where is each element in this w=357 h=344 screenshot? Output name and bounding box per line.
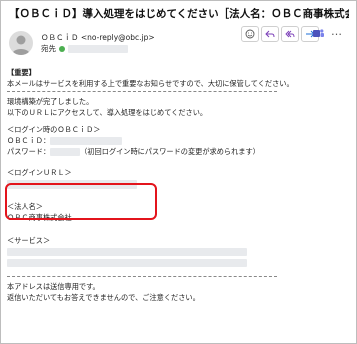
teams-button[interactable] [312,26,324,40]
footer-divider [7,276,277,277]
service-redacted-1 [7,248,247,256]
password-note: （初回ログイン時にパスワードの変更が求められます） [80,147,260,156]
sender-address[interactable]: ＯＢＣｉＤ <no-reply@obc.jp> [41,32,155,43]
emoji-button[interactable] [241,26,259,42]
instruction-text: 以下のＵＲＬにアクセスして、導入処理をはじめてください。 [7,108,208,117]
teams-icon [312,28,324,37]
reply-icon [265,30,275,38]
to-label: 宛先 [41,44,56,53]
heading: 【重要】 [7,68,36,77]
obcid-redacted [50,137,123,145]
email-window: 【ＯＢＣｉＤ】導入処理をはじめてください［法人名：ＯＢＣ商事株式会社］ ＯＢＣｉ… [0,0,357,344]
login-info-label: ＜ログイン時のＯＢＣｉＤ＞ [7,125,101,134]
reply-all-icon [285,30,295,38]
divider [7,91,277,92]
emoji-icon [245,29,255,39]
recipient-line: 宛先 [41,43,128,54]
password-redacted [50,148,81,156]
login-url-label: ＜ログインＵＲＬ＞ [7,168,72,177]
obcid-row: ＯＢＣｉＤ： [7,135,352,146]
presence-dot [59,46,65,52]
login-url-highlight [5,183,157,220]
reply-button[interactable] [261,26,279,42]
recipient-redacted[interactable] [68,45,128,53]
footer-line-1: 本アドレスは送信専用です。 [7,282,100,291]
footer-line-2: 返信いただいてもお答えできませんので、ご注意ください。 [7,293,200,302]
sender-avatar[interactable] [9,31,33,55]
service-row-1 [7,246,352,257]
password-label: パスワード： [7,147,51,156]
person-icon [12,35,30,55]
intro-text: 本メールはサービスを利用する上で重要なお知らせですので、大切に保管してください。 [7,79,294,88]
service-redacted-2 [7,259,247,267]
reply-all-button[interactable] [281,26,299,42]
password-row: パスワード： （初回ログイン時にパスワードの変更が求められます） [7,146,352,157]
message-toolbar [241,26,319,42]
email-subject: 【ＯＢＣｉＤ】導入処理をはじめてください［法人名：ＯＢＣ商事株式会社］ [9,8,349,20]
service-label: ＜サービス＞ [7,236,51,245]
env-done-text: 環境構築が完了しました。 [7,97,94,106]
obcid-label: ＯＢＣｉＤ： [7,136,51,145]
service-row-2 [7,257,352,268]
more-icon[interactable]: … [331,25,342,38]
